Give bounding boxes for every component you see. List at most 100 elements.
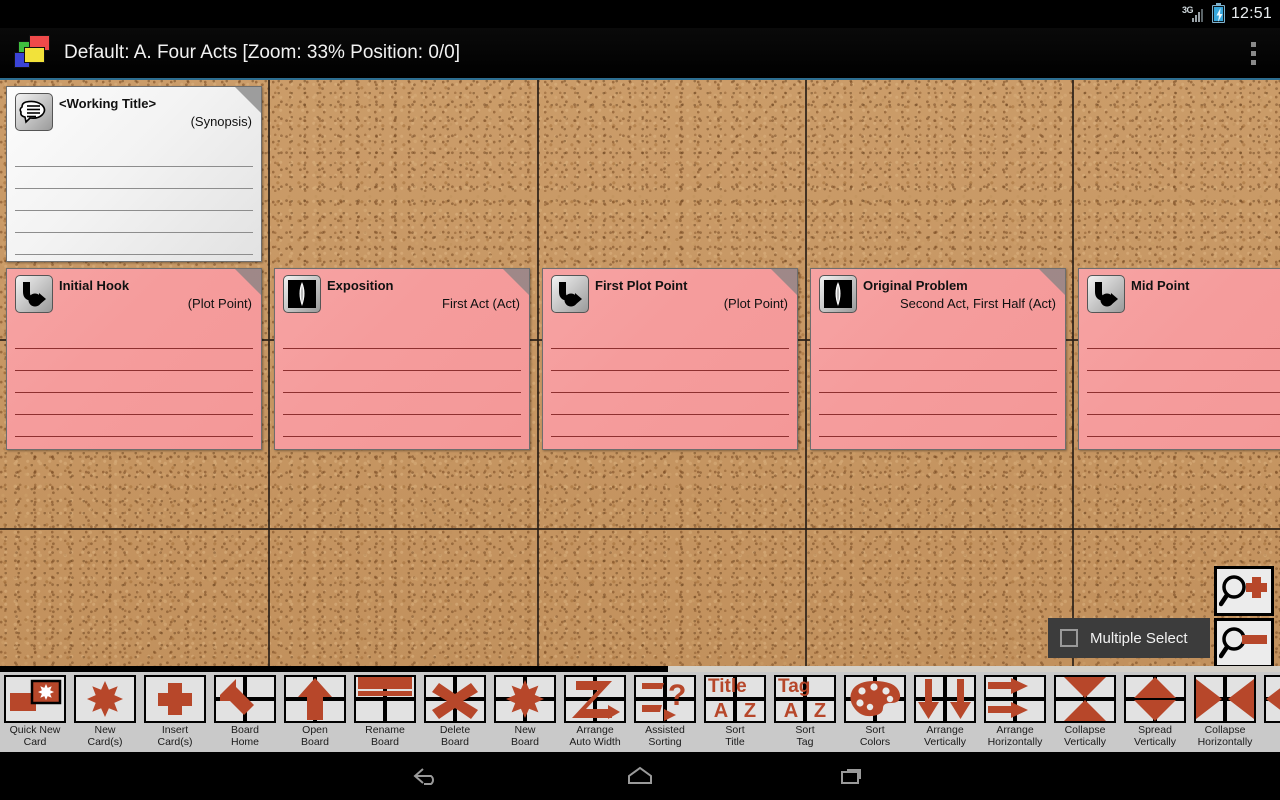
act-diamond-icon [819,275,857,313]
index-card[interactable]: <Working Title> (Synopsis) [6,86,262,262]
new-cards-icon [74,675,136,723]
toolbar-button-new-cards[interactable]: New Card(s) [70,672,140,752]
sort-tag-icon: Tag A Z [774,675,836,723]
board-column-divider [537,80,539,670]
board-row-divider [0,528,1280,530]
toolbar-button-label: Rename Board [365,724,405,748]
card-header: <Working Title> (Synopsis) [7,87,261,139]
cork-board[interactable]: <Working Title> (Synopsis) Initial Hook (Pl… [0,80,1280,670]
index-card[interactable]: Exposition First Act (Act) [274,268,530,450]
toolbar-button-spread-horizontally[interactable]: SprHor [1260,672,1280,752]
toolbar-button-quick-new-card[interactable]: Quick New Card [0,672,70,752]
toolbar-button-arrange-vertically[interactable]: Arrange Vertically [910,672,980,752]
open-board-icon [284,675,346,723]
toolbar-button-collapse-vertically[interactable]: Collapse Vertically [1050,672,1120,752]
card-header: Mid Point(P [1079,269,1280,321]
delete-board-icon [424,675,486,723]
new-board-icon [494,675,556,723]
multiple-select-checkbox[interactable] [1060,629,1078,647]
signal-bars-icon: 3G [1182,5,1206,23]
collapse-vertically-icon [1054,675,1116,723]
sort-colors-palette-icon [844,675,906,723]
toolbar-button-label: Sort Colors [859,724,891,748]
toolbar-button-sort-colors-palette[interactable]: Sort Colors [840,672,910,752]
toolbar-button-label: Collapse Vertically [1063,724,1106,748]
toolbar-button-label: Board Home [230,724,260,748]
home-icon[interactable] [623,763,657,789]
toolbar-button-label: Arrange Horizontally [987,724,1043,748]
card-ruled-lines [15,145,253,255]
board-column-divider [1072,80,1074,670]
card-tag: Second Act, First Half (Act) [899,296,1056,311]
card-header: First Plot Point (Plot Point) [543,269,797,321]
card-title: <Working Title> [59,96,157,111]
plot-point-hook-icon [1087,275,1125,313]
spread-vertically-icon [1124,675,1186,723]
card-ruled-lines [1087,327,1280,443]
toolbar-button-open-board[interactable]: Open Board [280,672,350,752]
toolbar-button-arrange-auto-width[interactable]: Arrange Auto Width [560,672,630,752]
overflow-menu-icon[interactable] [1240,33,1266,73]
board-column-divider [805,80,807,670]
multiple-select-panel[interactable]: Multiple Select [1048,618,1210,658]
toolbar-button-delete-board[interactable]: Delete Board [420,672,490,752]
bottom-toolbar[interactable]: Quick New Card New Card(s) Insert Card(s) Boar… [0,672,1280,752]
status-bar: 3G 12:51 [0,0,1280,28]
toolbar-button-label: Sort Tag [795,724,815,748]
card-title: Mid Point [1131,278,1190,293]
plot-point-hook-icon [551,275,589,313]
sort-title-icon: Title A Z [704,675,766,723]
index-card[interactable]: Mid Point(P [1078,268,1280,450]
card-ruled-lines [15,327,253,443]
toolbar-button-label: Collapse Horizontally [1197,724,1253,748]
assisted-sorting-icon: ? [634,675,696,723]
toolbar-button-insert-cards[interactable]: Insert Card(s) [140,672,210,752]
toolbar-button-assisted-sorting[interactable]: ? Assisted Sorting [630,672,700,752]
card-title: Original Problem [863,278,968,293]
toolbar-button-label: Spread Vertically [1133,724,1176,748]
arrange-horizontally-icon [984,675,1046,723]
recent-apps-icon[interactable] [837,763,871,789]
toolbar-button-sort-title[interactable]: Title A Z Sort Title [700,672,770,752]
toolbar-button-arrange-horizontally[interactable]: Arrange Horizontally [980,672,1050,752]
spread-horizontally-icon [1264,675,1280,723]
page-title: Default: A. Four Acts [Zoom: 33% Positio… [64,42,461,63]
toolbar-button-label: Open Board [300,724,330,748]
card-tag: (Plot Point) [187,296,252,311]
toolbar-button-label: Sort Title [725,724,745,748]
battery-charging-icon [1211,3,1225,23]
index-card[interactable]: Initial Hook (Plot Point) [6,268,262,450]
toolbar-button-label: Delete Board [439,724,471,748]
toolbar-button-spread-vertically[interactable]: Spread Vertically [1120,672,1190,752]
toolbar-button-rename-board[interactable]: Rename Board [350,672,420,752]
card-title: Exposition [327,278,394,293]
card-tag: (Synopsis) [190,114,252,129]
toolbar-button-board-home[interactable]: Board Home [210,672,280,752]
card-header: Exposition First Act (Act) [275,269,529,321]
toolbar-button-label: Arrange Auto Width [569,724,621,748]
index-card[interactable]: Original Problem Second Act, First Half (… [810,268,1066,450]
android-nav-bar [0,752,1280,800]
card-title: Initial Hook [59,278,130,293]
act-diamond-icon [283,275,321,313]
card-ruled-lines [283,327,521,443]
toolbar-button-new-board[interactable]: New Board [490,672,560,752]
back-arrow-icon[interactable] [409,763,443,789]
card-tag: First Act (Act) [442,296,520,311]
magnifier-plus-icon[interactable] [1214,566,1274,616]
magnifier-minus-icon[interactable] [1214,618,1274,668]
toolbar-button-label: Assisted Sorting [645,724,685,748]
index-card[interactable]: First Plot Point (Plot Point) [542,268,798,450]
synopsis-note-icon [15,93,53,131]
board-home-icon [214,675,276,723]
toolbar-button-label: New Board [510,724,540,748]
toolbar-button-collapse-horizontally[interactable]: Collapse Horizontally [1190,672,1260,752]
card-title: First Plot Point [595,278,688,293]
toolbar-button-label: Insert Card(s) [157,724,193,748]
card-header: Original Problem Second Act, First Half (… [811,269,1065,321]
collapse-horizontally-icon [1194,675,1256,723]
toolbar-button-sort-tag[interactable]: Tag A Z Sort Tag [770,672,840,752]
toolbar-button-label: New Card(s) [87,724,123,748]
rename-board-icon [354,675,416,723]
card-header: Initial Hook (Plot Point) [7,269,261,321]
